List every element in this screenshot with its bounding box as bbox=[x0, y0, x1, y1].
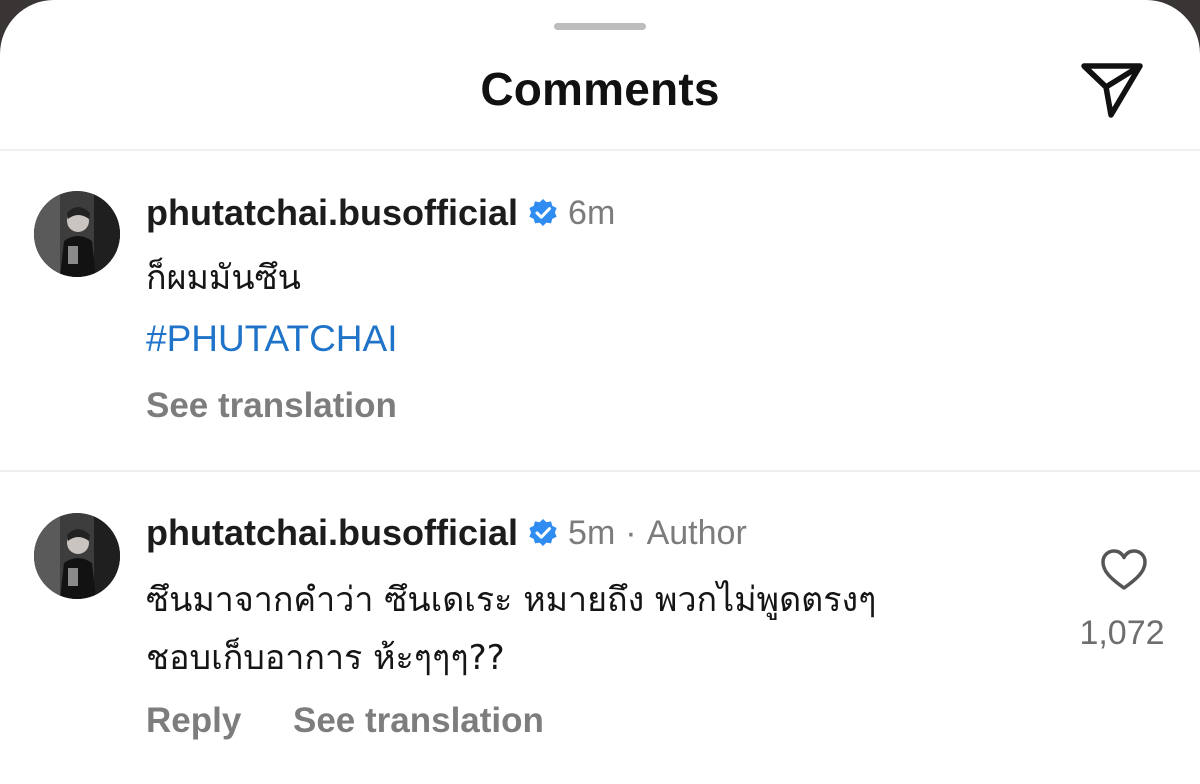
see-translation-button[interactable]: See translation bbox=[293, 701, 544, 741]
sheet-grabber[interactable] bbox=[554, 23, 646, 30]
username[interactable]: phutatchai.busofficial bbox=[146, 192, 518, 234]
author-label: Author bbox=[646, 513, 747, 552]
hashtag-link[interactable]: #PHUTATCHAI bbox=[146, 318, 397, 360]
page-title: Comments bbox=[480, 63, 720, 115]
comment-time: 6m bbox=[568, 193, 616, 232]
comment-divider bbox=[0, 470, 1200, 472]
comment-meta: phutatchai.busofficial 6m bbox=[146, 188, 615, 238]
comment-text: ก็ผมมันซึน bbox=[146, 258, 301, 298]
comment-meta: phutatchai.busofficial 5m · Author bbox=[146, 508, 747, 558]
comment-text-line-1: ซึนมาจากคำว่า ซึนเดเระ หมายถึง พวกไม่พูด… bbox=[146, 580, 877, 620]
username[interactable]: phutatchai.busofficial bbox=[146, 512, 518, 554]
paper-plane-icon[interactable] bbox=[1078, 58, 1146, 120]
see-translation-button[interactable]: See translation bbox=[146, 386, 397, 426]
comment-time: 5m bbox=[568, 513, 616, 552]
reply-button[interactable]: Reply bbox=[146, 701, 241, 741]
heart-outline-icon[interactable] bbox=[1100, 548, 1148, 592]
verified-badge-icon bbox=[529, 519, 557, 546]
comment-text-line-2: ชอบเก็บอาการ ห้ะๆๆๆ?? bbox=[146, 638, 505, 678]
avatar[interactable] bbox=[34, 191, 120, 277]
meta-separator: · bbox=[625, 513, 637, 552]
verified-badge-icon bbox=[529, 199, 557, 226]
avatar[interactable] bbox=[34, 513, 120, 599]
header-divider bbox=[0, 149, 1200, 151]
like-count: 1,072 bbox=[1079, 614, 1165, 652]
comments-sheet: Comments phutatchai.busofficial 6m ก็ผมม… bbox=[0, 0, 1200, 784]
